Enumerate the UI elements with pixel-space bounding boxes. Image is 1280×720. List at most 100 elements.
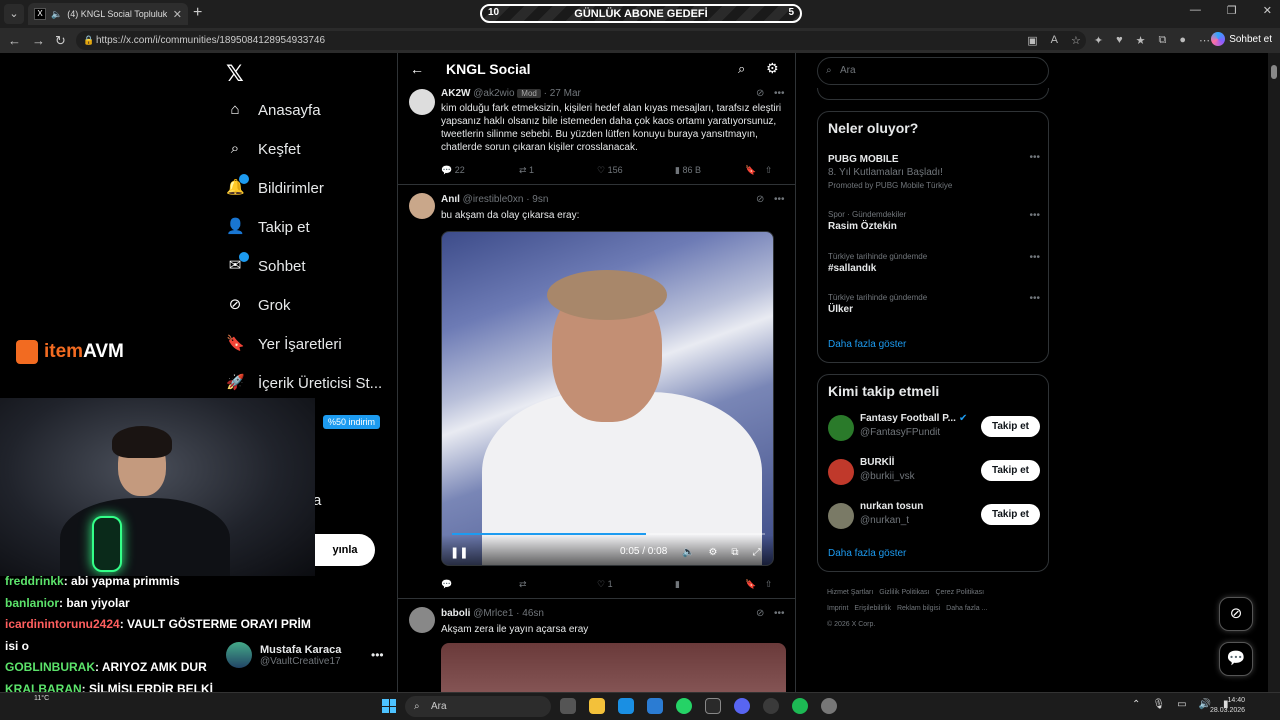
browser-tab[interactable]: X 🔈 (4) KNGL Social Topluluk / X ✕ bbox=[28, 3, 188, 25]
grok-icon[interactable]: ⊘ bbox=[756, 194, 764, 205]
forward-icon[interactable]: → bbox=[32, 33, 45, 48]
trend-item[interactable]: PUBG MOBILE 8. Yıl Kutlamaları Başladı! Pr… bbox=[828, 152, 1040, 190]
tray-chevron-icon[interactable]: ⌃ bbox=[1132, 699, 1140, 710]
read-aloud-icon[interactable]: A bbox=[1051, 34, 1058, 47]
tab-list-button[interactable]: ⌄ bbox=[4, 4, 24, 24]
nav-item-6[interactable]: 🔖 Yer İşaretleri bbox=[226, 335, 342, 353]
more-menu-icon[interactable]: ⋯ bbox=[1199, 34, 1210, 47]
back-icon[interactable]: ← bbox=[8, 33, 21, 48]
nav-item-5[interactable]: ⊘ Grok bbox=[226, 296, 291, 314]
trend-more-icon[interactable]: ••• bbox=[1029, 293, 1040, 304]
restore-icon[interactable]: ❐ bbox=[1227, 4, 1237, 17]
repost-button[interactable]: ⇄ 1 bbox=[519, 165, 597, 176]
nav-item-2[interactable]: 🔔 Bildirimler bbox=[226, 174, 324, 197]
more-icon[interactable]: ••• bbox=[774, 608, 785, 619]
reply-button[interactable]: 💬 bbox=[441, 579, 519, 590]
settings-icon[interactable]: ⚙ bbox=[708, 547, 717, 558]
tab-close-icon[interactable]: ✕ bbox=[173, 8, 182, 21]
app-icon[interactable] bbox=[705, 698, 721, 714]
fullscreen-icon[interactable]: ⤢ bbox=[753, 547, 761, 558]
footer-link[interactable]: Çerez Politikası bbox=[935, 589, 984, 596]
grok-icon[interactable]: ⊘ bbox=[756, 608, 764, 619]
follow-button[interactable]: Takip et bbox=[981, 460, 1040, 481]
weather-widget[interactable]: 11°C bbox=[34, 695, 49, 702]
more-icon[interactable]: ••• bbox=[774, 88, 785, 99]
extensions-icon[interactable]: ✦ bbox=[1094, 34, 1103, 47]
display-icon[interactable]: ▭ bbox=[1177, 699, 1186, 710]
nav-item-4[interactable]: ✉ Sohbet bbox=[226, 252, 306, 275]
messages-fab-icon[interactable]: 💬 bbox=[1219, 642, 1253, 676]
follow-button[interactable]: Takip et bbox=[981, 504, 1040, 525]
nav-item-1[interactable]: ⌕ Keşfet bbox=[226, 140, 301, 158]
video-progress[interactable] bbox=[452, 533, 765, 535]
grok-icon[interactable]: ⊘ bbox=[756, 88, 764, 99]
trend-item[interactable]: Türkiye tarihinde gündemde Ülker ••• bbox=[828, 293, 1040, 315]
mute-icon[interactable]: 🔈 bbox=[51, 9, 62, 20]
account-switcher[interactable]: Mustafa Karaca @VaultCreative17 bbox=[226, 642, 341, 668]
task-view-icon[interactable] bbox=[560, 698, 576, 714]
scrollbar-thumb[interactable] bbox=[1271, 65, 1277, 79]
post-button[interactable]: yınla bbox=[315, 534, 375, 566]
views-button[interactable]: ▮ bbox=[675, 579, 745, 590]
x-logo-icon[interactable]: 𝕏 bbox=[226, 61, 244, 87]
minimize-icon[interactable]: — bbox=[1190, 4, 1201, 17]
more-icon[interactable]: ••• bbox=[774, 194, 785, 205]
share-icon[interactable]: ⇧ bbox=[765, 579, 773, 590]
taskbar-clock[interactable]: 14:40 28.03.2026 bbox=[1210, 696, 1245, 716]
footer-link[interactable]: Gizlilik Politikası bbox=[879, 589, 929, 596]
edge-icon[interactable] bbox=[618, 698, 634, 714]
settings-app-icon[interactable] bbox=[821, 698, 837, 714]
who-show-more-link[interactable]: Daha fazla göster bbox=[828, 548, 906, 559]
search-input[interactable]: ⌕ Ara bbox=[817, 57, 1049, 85]
footer-link[interactable]: Erişilebilirlik bbox=[854, 605, 891, 612]
app-icon-2[interactable] bbox=[763, 698, 779, 714]
post[interactable]: AK2W @ak2wio Mod · 27 Mar ⊘ ••• kim oldu… bbox=[398, 87, 795, 185]
footer-link[interactable]: Daha fazla ... bbox=[946, 605, 987, 612]
whatsapp-icon[interactable] bbox=[676, 698, 692, 714]
file-explorer-icon[interactable] bbox=[589, 698, 605, 714]
favorites-icon[interactable]: ★ bbox=[1136, 34, 1146, 47]
like-button[interactable]: ♡ 156 bbox=[597, 165, 675, 176]
volume-icon[interactable]: 🔈 bbox=[682, 547, 694, 558]
reply-button[interactable]: 💬 22 bbox=[441, 165, 519, 176]
close-window-icon[interactable]: ✕ bbox=[1263, 4, 1272, 17]
search-icon[interactable]: ⌕ bbox=[738, 61, 745, 77]
share-icon[interactable]: ⇧ bbox=[765, 165, 773, 176]
nav-item-3[interactable]: 👤 Takip et bbox=[226, 218, 310, 236]
nav-item-0[interactable]: ⌂ Anasayfa bbox=[226, 101, 320, 119]
taskbar-search[interactable]: ⌕ Ara bbox=[405, 696, 551, 717]
discord-icon[interactable] bbox=[734, 698, 750, 714]
start-button[interactable] bbox=[382, 699, 396, 713]
like-button[interactable]: ♡ 1 bbox=[597, 579, 675, 590]
footer-link[interactable]: Reklam bilgisi bbox=[897, 605, 940, 612]
follow-suggestion[interactable]: nurkan tosun @nurkan_t Takip et bbox=[828, 501, 1040, 531]
views-button[interactable]: ▮ 86 B bbox=[675, 165, 745, 176]
trend-more-icon[interactable]: ••• bbox=[1029, 210, 1040, 221]
collections-icon[interactable]: ⧉ bbox=[1158, 34, 1166, 47]
url-field[interactable]: 🔒 https://x.com/i/communities/1895084128… bbox=[76, 31, 1086, 50]
page-scrollbar[interactable] bbox=[1268, 53, 1280, 693]
trend-item[interactable]: Türkiye tarihinde gündemde #sallandık ••• bbox=[828, 252, 1040, 274]
copilot-button[interactable]: Sohbet et bbox=[1211, 32, 1272, 46]
new-tab-icon[interactable]: + bbox=[193, 4, 202, 22]
pip-icon[interactable]: ⧉ bbox=[731, 547, 738, 558]
refresh-icon[interactable]: ↻ bbox=[55, 33, 66, 49]
trends-show-more-link[interactable]: Daha fazla göster bbox=[828, 339, 906, 350]
split-view-icon[interactable]: ▣ bbox=[1027, 34, 1037, 47]
pause-icon[interactable]: ❚❚ bbox=[450, 546, 468, 559]
post[interactable]: Anıl @irestible0xn · 9sn ⊘ ••• bu akşam … bbox=[398, 185, 795, 599]
performance-icon[interactable]: ♥ bbox=[1116, 34, 1123, 47]
bookmark-icon[interactable]: 🔖 bbox=[745, 165, 765, 176]
follow-suggestion[interactable]: BURKİİ @burkii_vsk Takip et bbox=[828, 457, 1040, 487]
footer-link[interactable]: Imprint bbox=[827, 605, 848, 612]
follow-button[interactable]: Takip et bbox=[981, 416, 1040, 437]
follow-suggestion[interactable]: Fantasy Football P... ✔ @FantasyFPundit Tak… bbox=[828, 413, 1040, 443]
nav-item-7[interactable]: 🚀 İçerik Üreticisi St... bbox=[226, 374, 382, 392]
microphone-tray-icon[interactable]: 🎙 bbox=[1152, 699, 1165, 710]
trend-more-icon[interactable]: ••• bbox=[1029, 152, 1040, 163]
footer-link[interactable]: Hizmet Şartları bbox=[827, 589, 873, 596]
bookmark-icon[interactable]: 🔖 bbox=[745, 579, 765, 590]
gear-icon[interactable]: ⚙ bbox=[766, 60, 779, 77]
video-player[interactable]: ❚❚ 0:05 / 0:08 🔈 ⚙ ⧉ ⤢ bbox=[441, 231, 774, 566]
footer-link[interactable]: © 2026 X Corp. bbox=[827, 621, 875, 628]
